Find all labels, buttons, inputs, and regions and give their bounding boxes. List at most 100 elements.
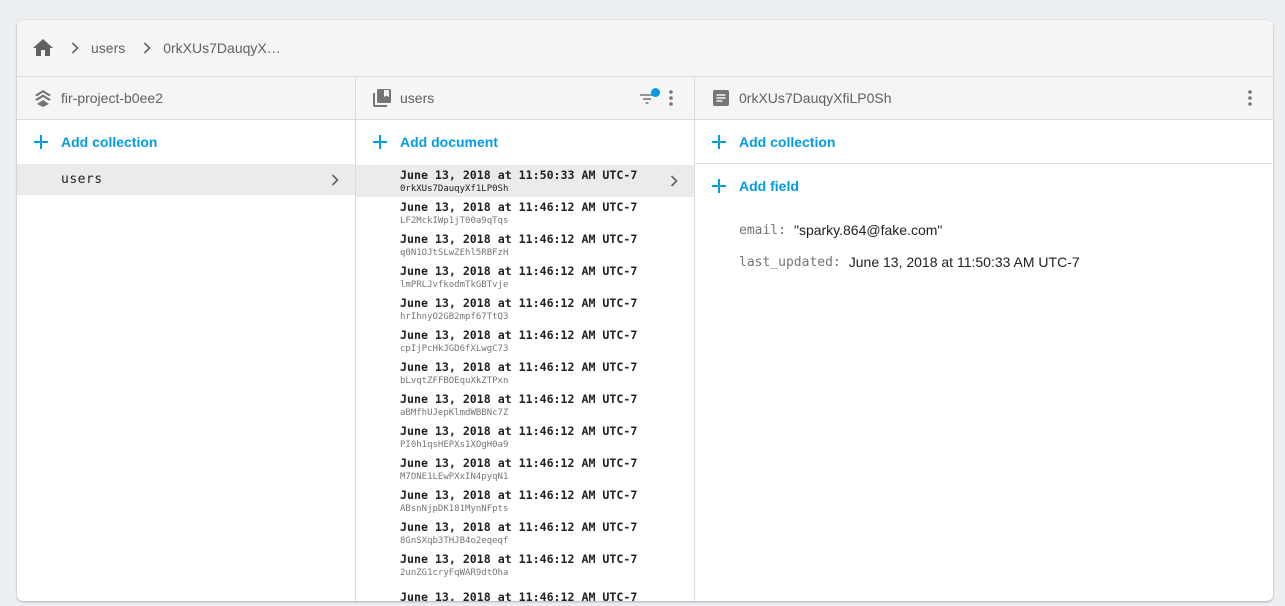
document-list-item[interactable]: June 13, 2018 at 11:46:12 AM UTC-7 [356,581,694,602]
field-value: "sparky.864@fake.com" [793,222,943,238]
collection-item-users[interactable]: users [17,164,355,195]
document-id: ABsnNjpDK181MynNFpts [400,503,509,514]
collection-panel-title: users [400,90,435,106]
document-list-item[interactable]: June 13, 2018 at 11:46:12 AM UTC-7 q0N1OJ… [356,229,694,261]
more-options-button[interactable] [660,86,682,110]
add-field-button[interactable]: Add field [695,164,1273,208]
add-field-label: Add field [739,178,799,194]
document-id: 8GnSXqb3THJB4o2eqeqf [400,535,509,546]
document-id: LF2MckIWp1jT00a9qTqs [400,215,509,226]
chevron-right-icon [668,174,680,188]
document-list-item[interactable]: June 13, 2018 at 11:46:12 AM UTC-7 ABsnNj… [356,485,694,517]
firestore-data-viewer: users 0rkXUs7DauqyX… fir-project-b0ee2 A… [17,20,1273,601]
collection-name: users [61,172,103,187]
document-title: June 13, 2018 at 11:46:12 AM UTC-7 [400,455,638,470]
field-row-email[interactable]: email: "sparky.864@fake.com" [695,214,1273,246]
document-text: June 13, 2018 at 11:46:12 AM UTC-7 cpIjPc… [400,328,680,355]
plus-icon [372,134,388,150]
document-title: June 13, 2018 at 11:46:12 AM UTC-7 [400,391,638,406]
document-id: hrIhnyO2GB2mpf67TtQ3 [400,311,509,322]
more-vert-icon [669,90,673,106]
firestore-stack-icon [33,88,53,108]
document-panel-title: 0rkXUs7DauqyXfiLP0Sh [739,90,892,106]
document-list-item[interactable]: June 13, 2018 at 11:46:12 AM UTC-7 bLvqtZ… [356,357,694,389]
collection-panel: users Add document June 13, 2018 at 11:5… [356,77,695,601]
document-list-item[interactable]: June 13, 2018 at 11:50:33 AM UTC-7 0rkXUs… [356,165,694,197]
root-panel-title: fir-project-b0ee2 [61,90,163,106]
breadcrumb-item-users[interactable]: users [91,40,125,56]
document-id: M7ONE1LEwPXxIN4pyqN1 [400,471,509,482]
document-id: cpIjPcHkJGD6fXLwgC73 [400,343,509,354]
chevron-right-icon [67,40,83,56]
add-collection-label: Add collection [61,134,158,150]
breadcrumb: users 0rkXUs7DauqyX… [17,20,1273,77]
document-list-item[interactable]: June 13, 2018 at 11:46:12 AM UTC-7 2unZG1… [356,549,694,581]
document-list-item[interactable]: June 13, 2018 at 11:46:12 AM UTC-7 cpIjPc… [356,325,694,357]
document-text: June 13, 2018 at 11:46:12 AM UTC-7 8GnSXq… [400,520,680,547]
collection-panel-header: users [356,77,694,120]
document-text: June 13, 2018 at 11:46:12 AM UTC-7 LF2Mck… [400,200,680,227]
root-panel-header: fir-project-b0ee2 [17,77,355,120]
document-panel-header: 0rkXUs7DauqyXfiLP0Sh [695,77,1273,120]
add-collection-label: Add collection [739,133,836,150]
document-id: 0rkXUs7DauqyXf1LP0Sh [400,183,509,194]
document-title: June 13, 2018 at 11:46:12 AM UTC-7 [400,231,638,246]
field-key: email: [739,222,786,238]
more-options-button[interactable] [1239,86,1261,110]
document-title: June 13, 2018 at 11:46:12 AM UTC-7 [400,551,638,566]
document-text: June 13, 2018 at 11:46:12 AM UTC-7 lmPRLJ… [400,264,680,291]
document-icon [711,88,731,108]
document-title: June 13, 2018 at 11:46:12 AM UTC-7 [400,423,638,438]
document-list-item[interactable]: June 13, 2018 at 11:46:12 AM UTC-7 hrIhny… [356,293,694,325]
document-title: June 13, 2018 at 11:46:12 AM UTC-7 [400,199,638,214]
document-text: June 13, 2018 at 11:46:12 AM UTC-7 [400,590,680,602]
document-title: June 13, 2018 at 11:46:12 AM UTC-7 [400,295,638,310]
chevron-right-icon [139,40,155,56]
filter-button[interactable] [638,86,660,110]
add-collection-button[interactable]: Add collection [17,120,355,164]
breadcrumb-item-document[interactable]: 0rkXUs7DauqyX… [163,40,281,56]
document-text: June 13, 2018 at 11:46:12 AM UTC-7 PI0h1q… [400,424,680,451]
document-list-item[interactable]: June 13, 2018 at 11:46:12 AM UTC-7 LF2Mck… [356,197,694,229]
document-list-item[interactable]: June 13, 2018 at 11:46:12 AM UTC-7 lmPRLJ… [356,261,694,293]
document-text: June 13, 2018 at 11:46:12 AM UTC-7 hrIhny… [400,296,680,323]
document-list-item[interactable]: June 13, 2018 at 11:46:12 AM UTC-7 M7ONE1… [356,453,694,485]
chevron-right-icon [329,173,341,187]
document-text: June 13, 2018 at 11:46:12 AM UTC-7 2unZG1… [400,552,680,579]
document-text: June 13, 2018 at 11:46:12 AM UTC-7 q0N1OJ… [400,232,680,259]
more-vert-icon [1248,90,1252,106]
document-text: June 13, 2018 at 11:46:12 AM UTC-7 aBMfhU… [400,392,680,419]
add-document-button[interactable]: Add document [356,120,694,164]
document-text: June 13, 2018 at 11:46:12 AM UTC-7 bLvqtZ… [400,360,680,387]
plus-icon [711,134,727,150]
document-list-item[interactable]: June 13, 2018 at 11:46:12 AM UTC-7 PI0h1q… [356,421,694,453]
document-title: June 13, 2018 at 11:46:12 AM UTC-7 [400,263,638,278]
field-key: last_updated: [739,254,841,270]
document-title: June 13, 2018 at 11:46:12 AM UTC-7 [400,327,638,342]
plus-icon [711,178,727,194]
panels: fir-project-b0ee2 Add collection users u… [17,77,1273,601]
document-title: June 13, 2018 at 11:46:12 AM UTC-7 [400,519,638,534]
field-row-last-updated[interactable]: last_updated: June 13, 2018 at 11:50:33 … [695,246,1273,278]
root-panel: fir-project-b0ee2 Add collection users [17,77,356,601]
document-title: June 13, 2018 at 11:46:12 AM UTC-7 [400,487,638,502]
document-id: q0N1OJtSLwZEhl5RBFzH [400,247,509,258]
document-list: June 13, 2018 at 11:50:33 AM UTC-7 0rkXUs… [356,164,694,601]
document-list-item[interactable]: June 13, 2018 at 11:46:12 AM UTC-7 aBMfhU… [356,389,694,421]
plus-icon [33,134,49,150]
field-list: email: "sparky.864@fake.com" last_update… [695,208,1273,278]
document-title: June 13, 2018 at 11:46:12 AM UTC-7 [400,589,638,602]
document-text: June 13, 2018 at 11:50:33 AM UTC-7 0rkXUs… [400,168,668,195]
document-panel: 0rkXUs7DauqyXfiLP0Sh Add collection Add … [695,77,1273,601]
add-document-label: Add document [400,134,498,150]
document-list-item[interactable]: June 13, 2018 at 11:46:12 AM UTC-7 8GnSXq… [356,517,694,549]
add-subcollection-button[interactable]: Add collection [695,120,1273,164]
document-id: bLvqtZFFBOEquXkZTPxn [400,375,509,386]
filter-active-badge [651,88,660,97]
document-text: June 13, 2018 at 11:46:12 AM UTC-7 M7ONE1… [400,456,680,483]
home-icon[interactable] [33,38,53,58]
document-id: 2unZG1cryFqWAR9dtOha [400,567,509,578]
document-title: June 13, 2018 at 11:50:33 AM UTC-7 [400,167,638,182]
field-value: June 13, 2018 at 11:50:33 AM UTC-7 [848,254,1080,270]
document-title: June 13, 2018 at 11:46:12 AM UTC-7 [400,359,638,374]
